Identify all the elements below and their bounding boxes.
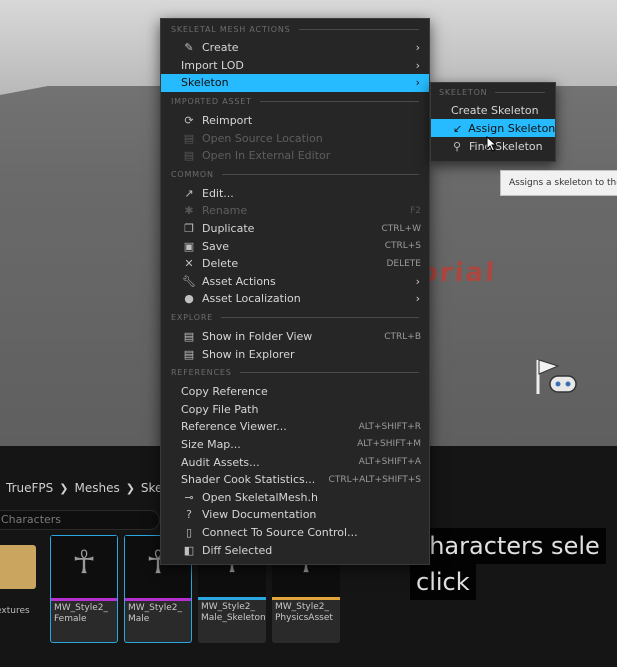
menu-item-asset-actions[interactable]: 🔧︎ Asset Actions ›: [161, 273, 429, 291]
rename-icon: ✱: [184, 204, 194, 218]
chevron-right-icon: ›: [415, 292, 420, 306]
external-icon: ▤: [183, 149, 195, 163]
menu-item-size-map[interactable]: Size Map... ALT+SHIFT+M: [161, 436, 429, 454]
menu-item-open-external-editor[interactable]: ▤ Open In External Editor: [161, 147, 429, 165]
caption-line: click: [410, 564, 476, 600]
menu-item-diff-selected[interactable]: ◧ Diff Selected: [161, 541, 429, 559]
menu-section-header: IMPORTED ASSET: [161, 92, 429, 112]
menu-item-reference-viewer[interactable]: Reference Viewer... ALT+SHIFT+R: [161, 418, 429, 436]
mouse-cursor-icon: [486, 136, 498, 152]
asset-tile[interactable]: ☥ MW_Style2_ Female: [50, 535, 118, 643]
menu-item-connect-source-control[interactable]: ▯ Connect To Source Control...: [161, 524, 429, 542]
caption-line: characters sele: [410, 528, 606, 564]
menu-item-show-in-folder-view[interactable]: ▤ Show in Folder View CTRL+B: [161, 328, 429, 346]
menu-item-duplicate[interactable]: ❐ Duplicate CTRL+W: [161, 220, 429, 238]
asset-name: MW_Style2_ Male: [128, 603, 182, 624]
chevron-right-icon: ❯: [125, 481, 135, 495]
reimport-icon: ⟳: [184, 114, 194, 128]
menu-item-create[interactable]: ✎ Create ›: [161, 39, 429, 57]
wrench-icon: 🔧︎: [182, 274, 196, 288]
shortcut-label: CTRL+ALT+SHIFT+S: [328, 474, 421, 485]
globe-icon: ●: [184, 292, 194, 306]
caption-overlay: characters sele click: [410, 528, 606, 600]
create-icon: ✎: [184, 41, 194, 55]
menu-item-shader-cook-statistics[interactable]: Shader Cook Statistics... CTRL+ALT+SHIFT+…: [161, 471, 429, 489]
asset-type-stripe: [198, 597, 266, 600]
menu-item-save[interactable]: ▣ Save CTRL+S: [161, 237, 429, 255]
shortcut-label: CTRL+W: [381, 223, 422, 234]
asset-thumbnail: ☥: [51, 536, 117, 598]
menu-item-open-skeletalmesh-h[interactable]: ⊸ Open SkeletalMesh.h: [161, 488, 429, 506]
menu-item-show-in-explorer[interactable]: ▤ Show in Explorer: [161, 345, 429, 363]
folder-icon[interactable]: [0, 545, 36, 589]
folder-icon: ▤: [183, 330, 195, 344]
delete-icon: ✕: [184, 257, 194, 271]
player-start-icon: [536, 359, 577, 394]
menu-item-delete[interactable]: ✕ Delete DELETE: [161, 255, 429, 273]
search-input[interactable]: Characters: [0, 510, 160, 530]
find-skeleton-icon: ⚲: [452, 139, 462, 153]
asset-type-stripe: [125, 598, 191, 601]
asset-name: MW_Style2_ Female: [54, 603, 108, 624]
menu-section-header: REFERENCES: [161, 363, 429, 383]
help-icon: ?: [186, 508, 192, 522]
menu-section-header: EXPLORE: [161, 308, 429, 328]
assign-skeleton-icon: ↙: [453, 121, 463, 135]
chevron-right-icon: ›: [415, 76, 420, 90]
asset-name: MW_Style2_ Male_Skeleton: [201, 602, 266, 623]
menu-section-header: SKELETAL MESH ACTIONS: [161, 19, 429, 39]
diff-icon: ◧: [183, 543, 195, 557]
menu-item-reimport[interactable]: ⟳ Reimport: [161, 112, 429, 130]
menu-item-edit[interactable]: ↗ Edit...: [161, 185, 429, 203]
asset-type-stripe: [272, 597, 340, 600]
asset-type-stripe: [51, 598, 117, 601]
menu-item-view-documentation[interactable]: ? View Documentation: [161, 506, 429, 524]
viewport-watermark-text: orial: [418, 258, 498, 288]
menu-item-create-skeleton[interactable]: Create Skeleton: [431, 101, 555, 119]
menu-item-audit-assets[interactable]: Audit Assets... ALT+SHIFT+A: [161, 453, 429, 471]
asset-name: MW_Style2_ PhysicsAsset: [275, 602, 333, 623]
shortcut-label: ALT+SHIFT+M: [357, 439, 421, 450]
menu-item-open-source-location[interactable]: ▤ Open Source Location: [161, 129, 429, 147]
duplicate-icon: ❐: [184, 222, 194, 236]
code-icon: ⊸: [184, 490, 194, 504]
menu-item-skeleton[interactable]: Skeleton ›: [161, 74, 429, 92]
breadcrumb: TrueFPS ❯ Meshes ❯ Ske: [0, 476, 168, 500]
menu-section-header: SKELETON: [431, 83, 555, 101]
breadcrumb-item[interactable]: Meshes: [68, 481, 125, 495]
folder-label: extures: [0, 606, 30, 616]
context-menu: SKELETAL MESH ACTIONS ✎ Create › Import LO…: [160, 18, 430, 565]
character-icon: ☥: [72, 543, 96, 581]
shortcut-label: F2: [410, 205, 421, 216]
chevron-right-icon: ❯: [59, 481, 69, 495]
shortcut-label: ALT+SHIFT+A: [358, 457, 421, 468]
shortcut-label: DELETE: [386, 258, 421, 269]
tooltip: Assigns a skeleton to the: [500, 170, 617, 196]
folder-icon: ▤: [183, 131, 195, 145]
breadcrumb-item[interactable]: TrueFPS: [0, 481, 59, 495]
folder-icon: ▤: [183, 347, 195, 361]
menu-item-copy-reference[interactable]: Copy Reference: [161, 383, 429, 401]
menu-item-rename[interactable]: ✱ Rename F2: [161, 202, 429, 220]
chevron-right-icon: ›: [415, 274, 420, 288]
chevron-right-icon: ›: [415, 41, 420, 55]
save-icon: ▣: [183, 239, 195, 253]
chevron-right-icon: ›: [415, 58, 420, 72]
menu-item-assign-skeleton[interactable]: ↙ Assign Skeleton: [431, 119, 555, 137]
shortcut-label: CTRL+S: [384, 241, 421, 252]
menu-section-header: COMMON: [161, 165, 429, 185]
lock-icon: ▯: [185, 525, 193, 539]
menu-item-copy-file-path[interactable]: Copy File Path: [161, 401, 429, 419]
menu-item-import-lod[interactable]: Import LOD ›: [161, 57, 429, 75]
shortcut-label: CTRL+B: [384, 331, 421, 342]
shortcut-label: ALT+SHIFT+R: [358, 421, 421, 432]
edit-icon: ↗: [184, 186, 194, 200]
menu-item-asset-localization[interactable]: ● Asset Localization ›: [161, 290, 429, 308]
